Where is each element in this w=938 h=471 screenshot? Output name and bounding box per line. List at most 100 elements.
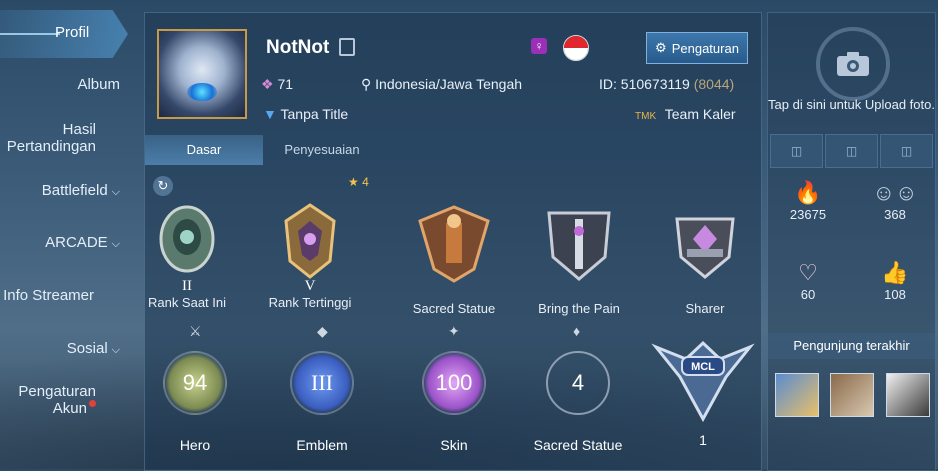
badge-sacred-statue[interactable]: Sacred Statue [399,199,509,316]
tab-penyesuaian[interactable]: Penyesuaian [263,135,381,165]
mcl-trophy-icon: MCL [651,340,755,423]
nav-item-arcade[interactable]: ARCADE ⌵ [0,234,120,251]
player-name: NotNot [266,37,330,58]
rank-stars: ★ 4 [348,175,369,189]
stat-skin[interactable]: ✦ 100 Skin [399,323,509,453]
badge-label: Bring the Pain [538,301,620,316]
stat-hero[interactable]: ⚔ 94 Hero [140,323,250,453]
player-level: ❖ 71 [261,76,293,93]
stat-emblem[interactable]: ◆ III Emblem [267,323,377,453]
stat-sacred-statue[interactable]: ♦ 4 Sacred Statue [523,323,633,453]
visitor-avatar[interactable] [775,373,819,417]
skin-count-ring: 100 [422,351,486,415]
popularity-value: 23675 [789,207,827,222]
likes-value: 108 [884,287,906,302]
profile-tabs: Dasar Penyesuaian [145,135,761,165]
badge-rank-current[interactable]: II Rank Saat Ini [132,199,242,310]
mcl-count: 1 [699,432,707,448]
photo-slot-1[interactable]: ◫ [770,134,823,168]
notification-dot [89,400,96,407]
camera-icon [837,52,869,76]
visitor-avatar[interactable] [886,373,930,417]
location-value: Indonesia/Jawa Tengah [375,76,523,92]
nav-item-album[interactable]: Album [0,76,120,93]
badge-rank-highest[interactable]: V Rank Tertinggi [255,199,365,310]
stat-charm[interactable]: ♡ 60 [773,259,843,302]
camera-icon: ◫ [790,144,803,158]
skin-icon: ✦ [448,323,460,339]
gear-icon: ⚙ [655,40,667,55]
stat-followers[interactable]: ☺☺ 368 [860,179,930,222]
stat-label: Sacred Statue [533,437,623,453]
hero-count: 94 [182,370,208,395]
id-value: ID: 510673119 [599,76,690,92]
emblem-count-ring: III [290,351,354,415]
nav-active-indicator [0,33,60,35]
badge-label: Sharer [685,301,725,316]
rank-emblem-icon [159,205,215,273]
charm-value: 60 [800,287,816,302]
nav-label: Album [77,76,120,93]
nav-item-hasil-pertandingan[interactable]: Hasil Pertandingan [0,121,96,155]
indonesia-flag-icon [563,35,589,61]
followers-value: 368 [884,207,906,222]
skin-count: 100 [435,370,473,395]
flame-icon: 🔥 [794,180,822,205]
refresh-icon[interactable]: ↻ [153,176,173,196]
nav-item-sosial[interactable]: Sosial ⌵ [0,340,120,357]
bring-the-pain-emblem-icon [547,211,611,281]
badge-sharer[interactable]: Sharer [650,199,760,316]
badge-label: Sacred Statue [412,301,496,316]
rank-stars-value: 4 [362,175,369,189]
badge-bring-the-pain[interactable]: Bring the Pain [524,199,634,316]
rank-emblem-icon [284,203,336,279]
upload-photo-text[interactable]: Tap di sini untuk Upload foto. [768,97,935,112]
star-icon: ★ [348,175,359,189]
statue-count: 4 [571,370,585,395]
copy-icon[interactable] [339,38,355,56]
tab-dasar[interactable]: Dasar [145,135,263,165]
visitor-avatar[interactable] [830,373,874,417]
settings-button[interactable]: ⚙ Pengaturan [646,32,748,64]
player-title[interactable]: ▼ Tanpa Title [263,106,348,122]
player-team[interactable]: TMK Team Kaler [635,106,736,122]
nav-item-info-streamer[interactable]: Info Streamer [0,287,94,304]
title-value: Tanpa Title [280,106,349,122]
emblem-icon: ◆ [317,323,328,339]
location-pin-icon: ⚲ [361,76,372,92]
nav-label: Info Streamer [3,287,94,304]
upload-photo-button[interactable] [816,27,890,101]
photo-slot-3[interactable]: ◫ [880,134,933,168]
right-panel: Tap di sini untuk Upload foto. ◫ ◫ ◫ 🔥 2… [767,12,936,471]
level-icon: ❖ [261,76,274,92]
nav-item-profil-label[interactable]: Profil [55,24,89,41]
hero-count-ring: 94 [163,351,227,415]
camera-icon: ◫ [845,144,858,158]
stat-popularity[interactable]: 🔥 23675 [773,179,843,222]
thumbs-up-icon: 👍 [881,260,909,285]
photo-slot-2[interactable]: ◫ [825,134,878,168]
player-avatar[interactable] [157,29,247,119]
stat-mcl[interactable]: MCL 1 [648,333,758,448]
side-navigation: Profil Album Hasil Pertandingan Battlefi… [0,0,140,469]
sacred-statue-emblem-icon [418,205,490,283]
settings-button-label: Pengaturan [671,40,739,56]
stat-label: Hero [179,437,211,453]
hero-icon: ⚔ [189,323,202,339]
nav-label: ARCADE [45,234,108,251]
gender-icon: ♀ [531,38,547,54]
chevron-down-icon: ⌵ [111,186,120,198]
title-icon: ▼ [263,106,277,122]
nav-item-battlefield[interactable]: Battlefield ⌵ [0,182,120,199]
sharer-emblem-icon [675,217,735,279]
nav-label: Sosial [66,340,108,357]
emblem-count: III [311,370,333,395]
profile-panel: NotNot ♀ ⚙ Pengaturan ❖ 71 ⚲ Indonesia/J… [144,12,762,471]
player-id: ID: 510673119 (8044) [599,76,734,92]
nav-label: Hasil Pertandingan [6,121,96,155]
nav-item-pengaturan-akun[interactable]: Pengaturan Akun [1,383,96,417]
team-name: Team Kaler [664,106,736,122]
followers-icon: ☺☺ [872,180,918,205]
server-value: (8044) [693,76,735,92]
stat-likes[interactable]: 👍 108 [860,259,930,302]
